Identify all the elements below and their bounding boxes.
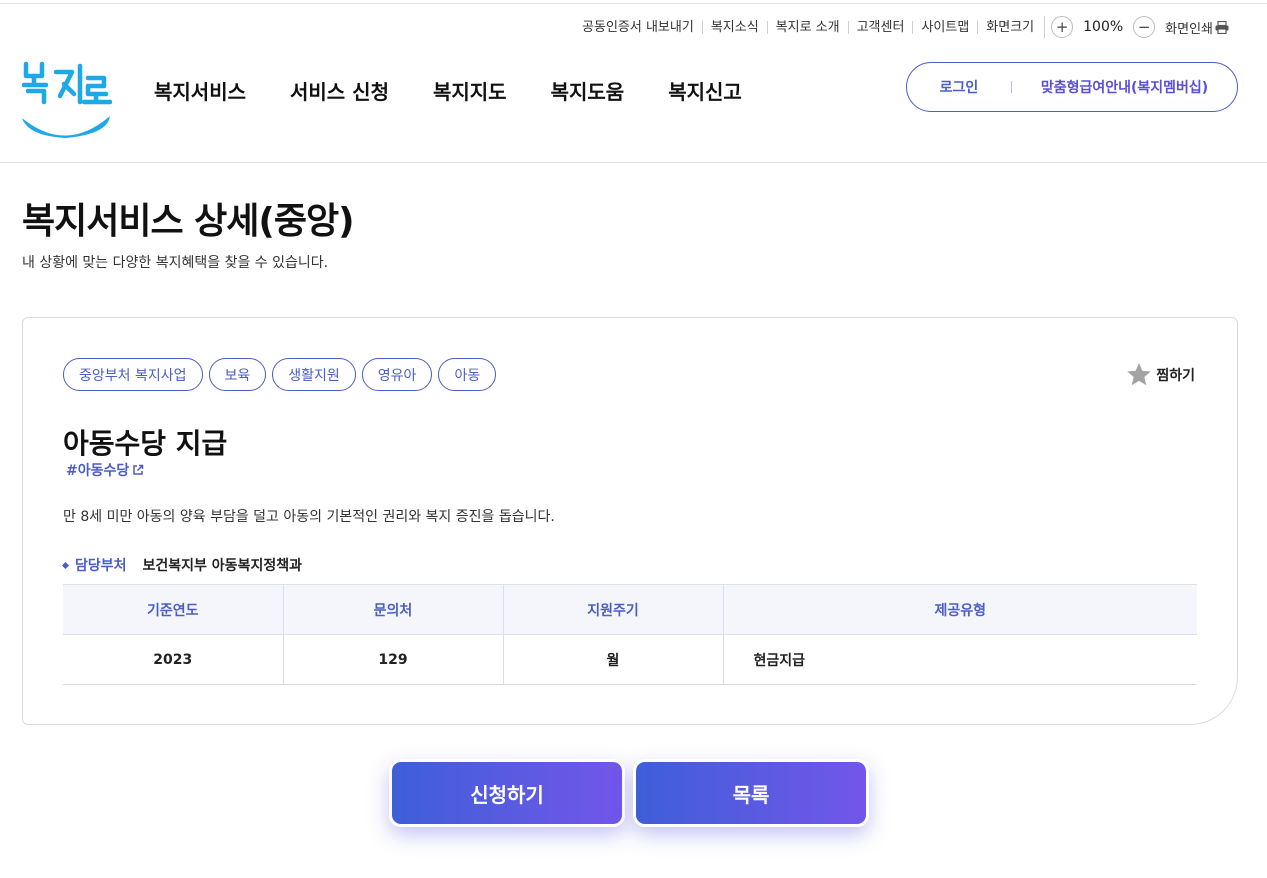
nav-welfare-report[interactable]: 복지신고 <box>668 76 742 105</box>
cell-contact: 129 <box>282 634 503 685</box>
cert-export-link[interactable]: 공동인증서 내보내기 <box>574 21 702 34</box>
top-border <box>0 3 1267 4</box>
page-title: 복지서비스 상세(중앙) <box>22 201 355 242</box>
printer-icon <box>1215 20 1229 34</box>
list-button[interactable]: 목록 <box>633 759 869 827</box>
tag-child[interactable]: 아동 <box>438 358 497 391</box>
star-icon <box>1127 363 1152 386</box>
service-info-table: 기준연도 문의처 지원주기 제공유형 2023 129 월 현금지급 <box>63 584 1197 685</box>
action-buttons: 신청하기 목록 <box>389 759 877 827</box>
department-label: 담당부처 <box>75 558 127 574</box>
service-detail-card: 중앙부처 복지사업 보육 생활지원 영유아 아동 찜하기 아동수당 지급 #아동… <box>22 317 1238 725</box>
news-link[interactable]: 복지소식 <box>701 20 767 34</box>
tag-childcare[interactable]: 보육 <box>208 358 267 391</box>
apply-button[interactable]: 신청하기 <box>389 759 625 827</box>
hashtag-text: #아동수당 <box>66 463 130 479</box>
department-value: 보건복지부 아동복지정책과 <box>142 558 302 574</box>
header-contact: 문의처 <box>282 584 503 635</box>
table-header-row: 기준연도 문의처 지원주기 제공유형 <box>63 584 1197 635</box>
cell-base-year: 2023 <box>63 634 283 685</box>
tag-infant[interactable]: 영유아 <box>361 358 433 391</box>
nav-welfare-map[interactable]: 복지지도 <box>433 76 507 105</box>
header-divider <box>0 162 1267 163</box>
cell-support-cycle: 월 <box>502 634 723 685</box>
table-row: 2023 129 월 현금지급 <box>63 634 1197 685</box>
zoom-out-button[interactable]: − <box>1133 16 1156 38</box>
department-info: 담당부처 보건복지부 아동복지정책과 <box>61 555 302 575</box>
external-link-icon <box>133 464 144 475</box>
cell-provision-type: 현금지급 <box>722 634 1197 685</box>
tag-living-support[interactable]: 생활지원 <box>272 358 356 391</box>
hashtag-link[interactable]: #아동수당 <box>66 460 144 480</box>
about-link[interactable]: 복지로 소개 <box>766 20 848 34</box>
login-membership-pill: 로그인 맞춤형급여안내(복지멤버십) <box>906 62 1238 112</box>
header-support-cycle: 지원주기 <box>502 584 723 635</box>
service-description: 만 8세 미만 아동의 양육 부담을 덜고 아동의 기본적인 권리와 복지 증진… <box>63 509 555 525</box>
diamond-bullet-icon <box>61 561 70 569</box>
print-button[interactable]: 화면인쇄 <box>1165 18 1229 37</box>
bokjiro-logo-icon <box>21 61 113 138</box>
favorite-button[interactable]: 찜하기 <box>1126 362 1195 387</box>
print-label: 화면인쇄 <box>1165 21 1213 37</box>
page-description: 내 상황에 맞는 다양한 복지혜택을 찾을 수 있습니다. <box>22 255 329 271</box>
header-provision-type: 제공유형 <box>722 584 1197 635</box>
service-title: 아동수당 지급 <box>63 427 228 460</box>
tag-central-ministry[interactable]: 중앙부처 복지사업 <box>63 358 203 391</box>
membership-button[interactable]: 맞춤형급여안내(복지멤버십) <box>1012 77 1237 97</box>
header-base-year: 기준연도 <box>63 584 283 635</box>
utility-bar: 공동인증서 내보내기 복지소식 복지로 소개 고객센터 사이트맵 화면크기 + … <box>574 16 1229 38</box>
zoom-control: + 100% − <box>1044 16 1156 38</box>
screen-size-label: 화면크기 <box>977 20 1042 34</box>
nav-welfare-service[interactable]: 복지서비스 <box>154 76 246 105</box>
site-logo[interactable] <box>20 58 113 144</box>
nav-service-apply[interactable]: 서비스 신청 <box>290 76 389 105</box>
nav-welfare-help[interactable]: 복지도움 <box>551 76 625 105</box>
zoom-in-button[interactable]: + <box>1051 16 1074 38</box>
tag-list: 중앙부처 복지사업 보육 생활지원 영유아 아동 <box>63 358 502 391</box>
main-nav: 복지서비스 서비스 신청 복지지도 복지도움 복지신고 <box>154 76 786 105</box>
login-button[interactable]: 로그인 <box>907 77 1011 97</box>
customer-center-link[interactable]: 고객센터 <box>847 20 913 34</box>
favorite-label: 찜하기 <box>1156 367 1195 384</box>
sitemap-link[interactable]: 사이트맵 <box>912 20 977 34</box>
zoom-value: 100% <box>1083 19 1124 35</box>
